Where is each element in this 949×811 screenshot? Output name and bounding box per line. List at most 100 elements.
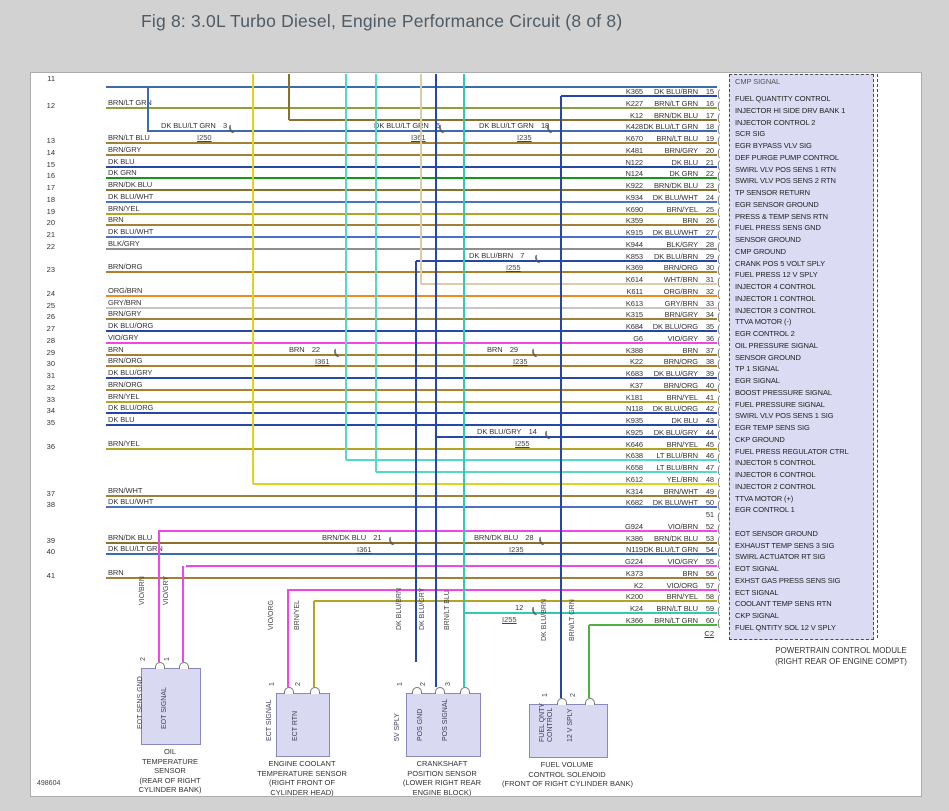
pin-wire-id: G6 (633, 333, 643, 343)
left-row-number: 20 (46, 218, 55, 228)
pin-wire-id: K658 (625, 463, 643, 472)
left-wire-color: DK BLU/ORG (108, 403, 154, 413)
connector-bracket-icon: ( (717, 512, 721, 523)
splice-id-link[interactable]: I255 (502, 615, 517, 624)
pin-wire-id: K638 (625, 451, 643, 461)
pin-wire-id: K373 (625, 568, 643, 578)
component-wire-color: DK BLU/BRN (396, 587, 403, 630)
connector-bracket-icon: ( (717, 535, 721, 547)
pin-wire-color: LT BLU/BRN (656, 463, 698, 472)
pin-number: 48 (705, 474, 714, 484)
pin-wire-id: K944 (625, 239, 643, 249)
connector-bracket-icon: ( (717, 159, 721, 171)
left-row-number: 22 (46, 241, 55, 251)
wire-line-vertical (147, 87, 149, 132)
splice-id-link[interactable]: I235 (509, 545, 524, 554)
pin-wire-id: K369 (625, 263, 643, 273)
connector-bracket-icon: ( (717, 312, 721, 324)
wire-line (106, 365, 717, 368)
pin-number: 45 (705, 439, 714, 449)
wire-line-vertical (420, 74, 422, 284)
pin-signal-label: FUEL QNTITY SOL 12 V SPLY (735, 622, 836, 632)
component-wire-color: DK BLU/BRN (541, 598, 548, 641)
connector-bracket-icon: ( (717, 171, 721, 183)
pin-wire-color: DK BLU/BRN (653, 87, 698, 96)
splice-id-link[interactable]: I235 (517, 133, 532, 142)
splice-id-link[interactable]: I255 (506, 263, 521, 272)
pin-signal-label: SWIRL VLV POS SENS 1 SIG (735, 411, 834, 421)
pin-wire-id: K684 (625, 322, 643, 331)
pin-number: 47 (705, 463, 714, 472)
pin-wire-color: BRN/GRY (664, 145, 698, 155)
pin-number: 20 (705, 145, 714, 155)
pin-number: 53 (705, 533, 714, 543)
pin-number: 42 (705, 404, 714, 414)
connector-bracket-icon: ( (717, 206, 721, 218)
pin-signal-label: INJECTOR HI SIDE DRV BANK 1 (735, 105, 846, 115)
splice-wire-label: BRN/DK BLU 21 (322, 532, 382, 542)
component-name: (REAR OF RIGHT (139, 775, 201, 785)
left-row-number: 39 (46, 535, 55, 545)
pin-wire-color: DK BLU/ORG (652, 404, 698, 414)
component-wire-color: VIO/GRY (163, 575, 170, 605)
pin-wire-id: K388 (625, 345, 643, 355)
connector-bracket-icon: ( (717, 230, 721, 241)
component-wire-color: BRN/LT GRN (569, 599, 576, 641)
pin-signal-label: OIL PRESSURE SIGNAL (735, 340, 818, 350)
pin-signal-label: EXHST GAS PRESS SENS SIG (735, 575, 841, 585)
left-wire-color: BRN (108, 215, 124, 225)
splice-id-link[interactable]: I255 (515, 439, 530, 448)
left-row-number: 17 (46, 183, 55, 192)
pin-number: 37 (705, 345, 714, 355)
connector-bracket-icon: ( (717, 559, 721, 570)
left-row-number: 31 (46, 371, 55, 380)
pin-number: 54 (705, 545, 714, 555)
pin-number: 16 (705, 98, 714, 108)
left-row-number: 25 (46, 300, 55, 310)
component-name: TEMPERATURE SENSOR (257, 768, 347, 778)
pin-wire-id: K428 (625, 122, 643, 132)
left-wire-color: DK BLU (108, 156, 135, 166)
left-wire-color: BRN/YEL (108, 438, 140, 448)
pin-wire-id: K935 (625, 416, 643, 425)
connector-bracket-icon: ( (717, 288, 721, 300)
component-wire-color: DK BLU/GRY (419, 587, 426, 630)
pin-wire-color: DK GRN (669, 169, 698, 179)
pin-wire-id: K646 (625, 439, 643, 449)
wire-line (289, 118, 717, 121)
component-name: FUEL VOLUME (540, 760, 594, 769)
left-row-number: 30 (46, 359, 55, 369)
pcm-location: (RIGHT REAR OF ENGINE COMPT) (775, 657, 907, 666)
pin-number: 55 (705, 557, 714, 566)
pin-wire-color: ORG/BRN (663, 286, 698, 296)
component-wire-color: BRN/LT BLU (444, 590, 451, 630)
left-wire-color: BLK/GRY (108, 238, 140, 248)
pin-number: 15 (705, 87, 714, 96)
splice-id-link[interactable]: I361 (315, 357, 330, 366)
pin-number: 19 (705, 134, 714, 143)
component-name: (RIGHT FRONT OF (269, 778, 335, 787)
pin-wire-id: K37 (629, 380, 643, 390)
pin-wire-color: GRY/BRN (664, 298, 698, 308)
pin-number: 22 (705, 169, 714, 179)
component-pin-function: EOT SIGNAL (161, 687, 168, 729)
pin-signal-label: SWIRL ACTUATOR RT SIG (735, 552, 826, 562)
connector-bracket-icon: ( (717, 406, 721, 418)
left-wire-color: DK BLU/WHT (108, 497, 154, 507)
splice-id-link[interactable]: I361 (357, 545, 372, 554)
connector-bracket-icon: ( (717, 547, 721, 559)
pin-number: 40 (705, 380, 714, 390)
pin-number: 58 (705, 592, 714, 602)
pcm-connector-label[interactable]: C2 (684, 629, 714, 638)
pin-wire-id: K925 (625, 427, 643, 437)
connector-bracket-icon: ( (717, 441, 721, 453)
pin-number: 43 (705, 416, 714, 425)
splice-id-link[interactable]: I250 (197, 133, 212, 142)
pcm-partial-top-signal: CMP SIGNAL (735, 77, 781, 86)
pin-wire-color: DK BLU/WHT (652, 228, 698, 237)
pin-wire-color: BRN/YEL (666, 204, 699, 214)
splice-id-link[interactable]: I361 (411, 133, 426, 142)
splice-id-link[interactable]: I235 (513, 357, 528, 366)
left-row-number: 32 (46, 382, 55, 392)
pin-wire-color: VIO/GRY (667, 557, 699, 566)
